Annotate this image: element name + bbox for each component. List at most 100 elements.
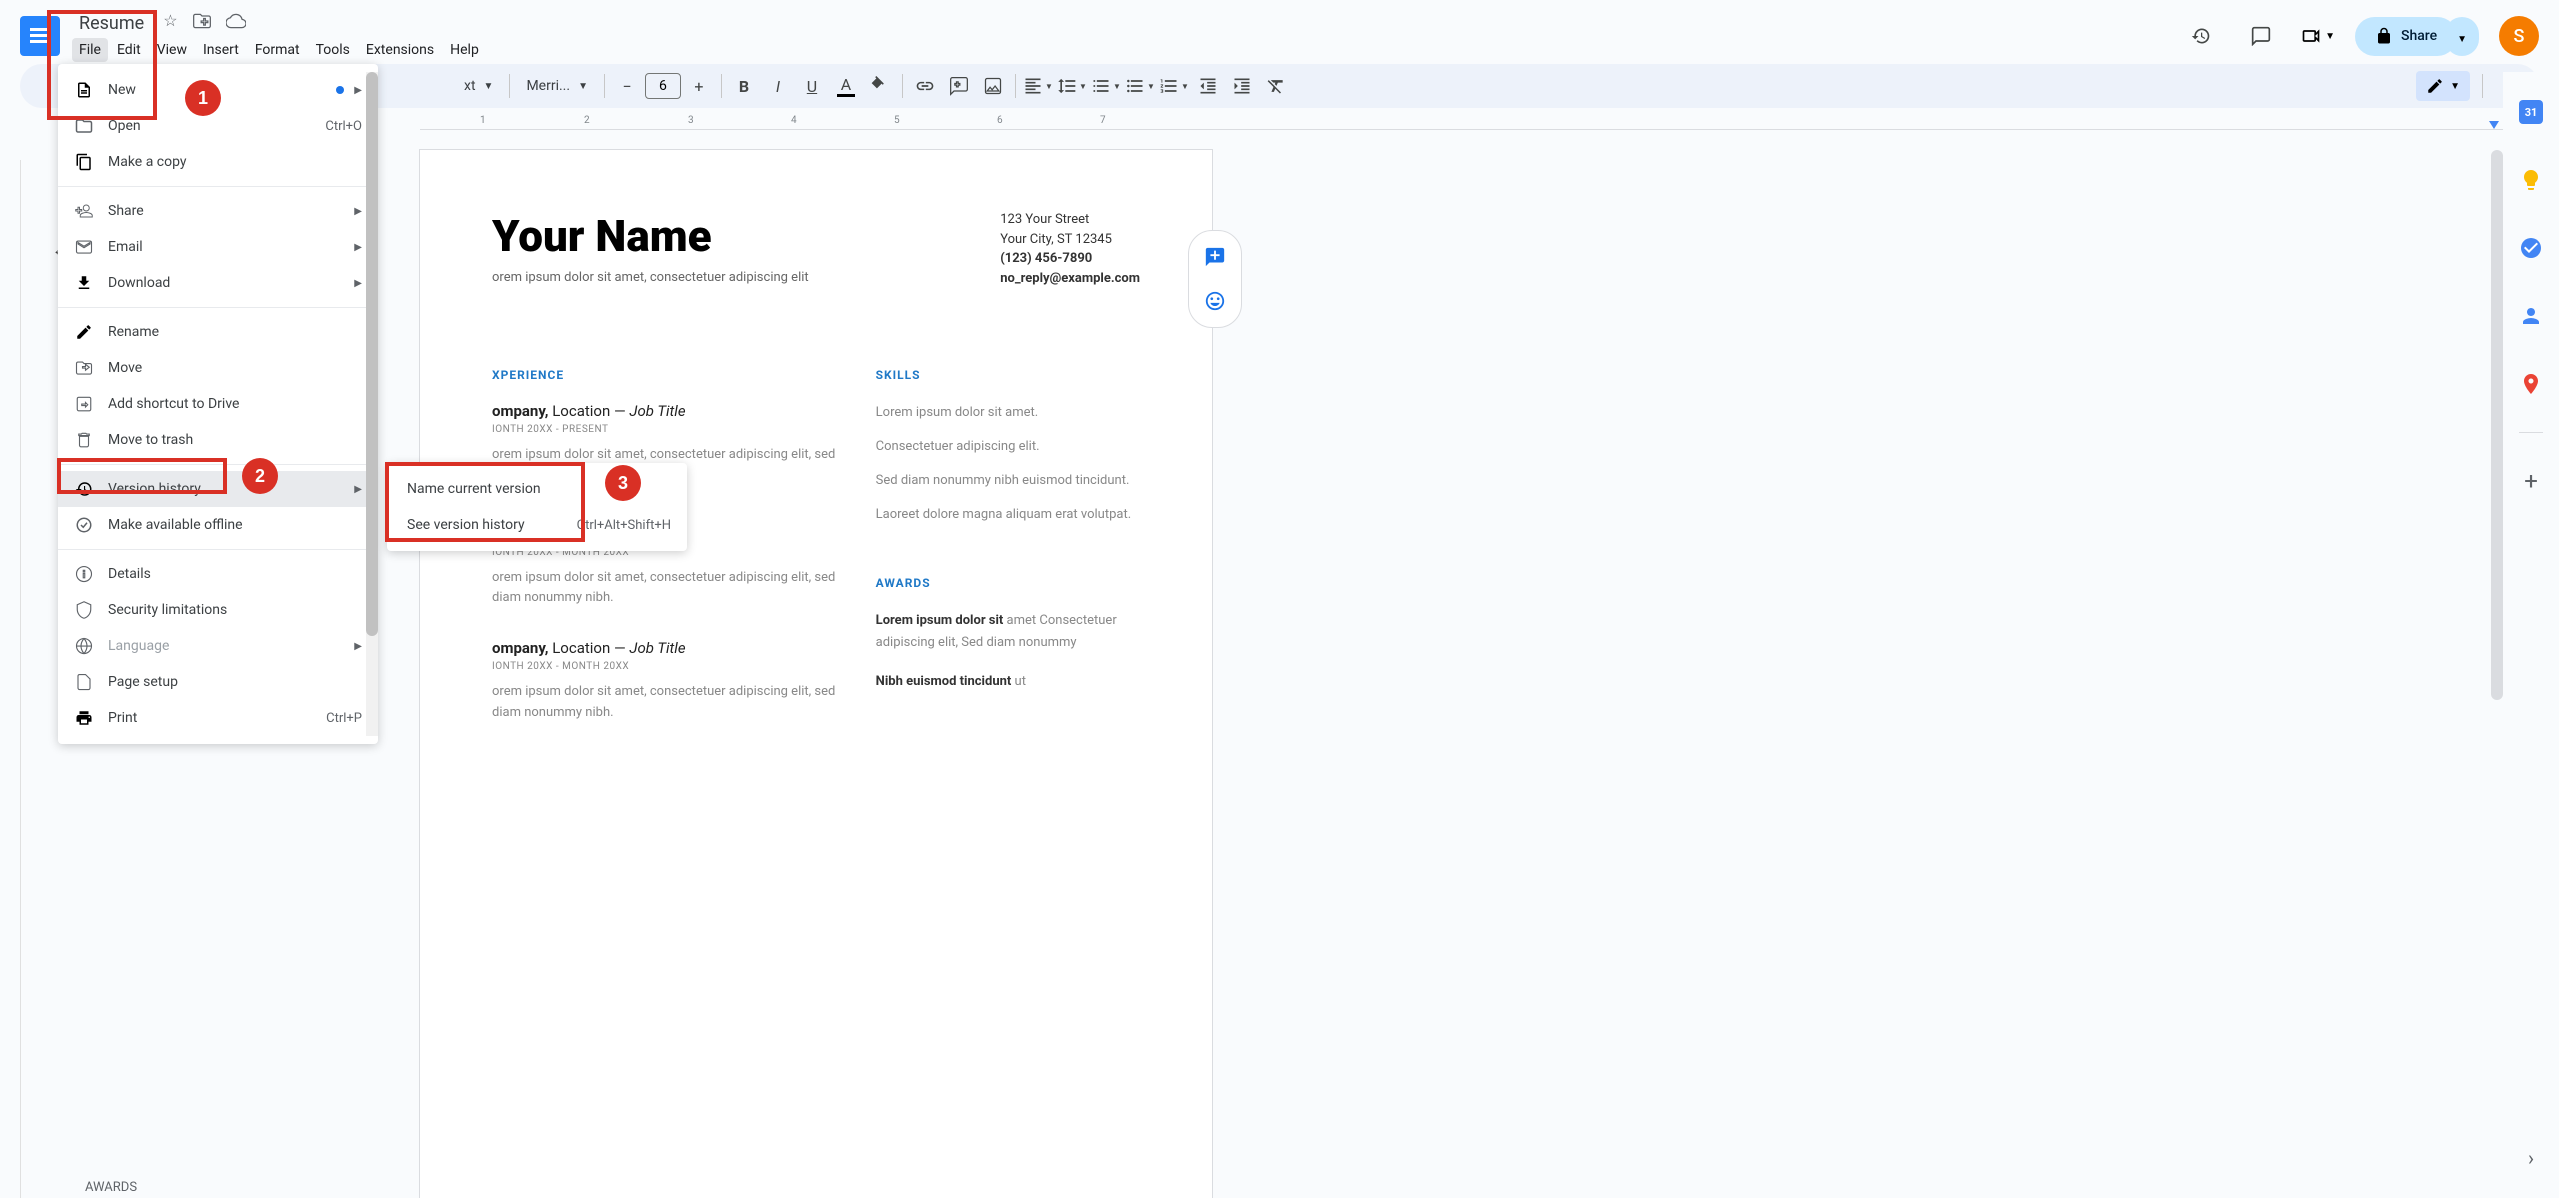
menu-help[interactable]: Help — [443, 38, 486, 62]
award-item[interactable]: Lorem ipsum dolor sit amet Consectetuer … — [876, 610, 1140, 654]
font-size-input[interactable] — [645, 73, 681, 99]
menu-tools[interactable]: Tools — [309, 38, 357, 62]
menu-item-details[interactable]: Details — [58, 556, 378, 592]
underline-button[interactable]: U — [796, 70, 828, 102]
menu-item-page-setup[interactable]: Page setup — [58, 664, 378, 700]
share-dropdown-button[interactable]: ▼ — [2445, 17, 2479, 56]
menu-item-make-copy[interactable]: Make a copy — [58, 144, 378, 180]
job-title[interactable]: ompany, Location — Job Title — [492, 639, 836, 657]
move-folder-icon[interactable] — [192, 11, 212, 35]
increase-indent-button[interactable] — [1226, 70, 1258, 102]
bulleted-list-button[interactable]: ▼ — [1124, 70, 1156, 102]
insert-comment-button[interactable] — [943, 70, 975, 102]
menu-format[interactable]: Format — [248, 38, 307, 62]
history-icon[interactable] — [2181, 16, 2221, 56]
menu-item-email[interactable]: Email ▶ — [58, 229, 378, 265]
hide-sidepanel-button[interactable]: › — [2511, 1138, 2551, 1178]
menu-item-security[interactable]: Security limitations — [58, 592, 378, 628]
scrollbar-track[interactable] — [2491, 150, 2503, 1198]
awards-heading[interactable]: AWARDS — [876, 576, 1140, 590]
menu-item-move[interactable]: Move — [58, 350, 378, 386]
document-page[interactable]: Your Name orem ipsum dolor sit amet, con… — [420, 150, 1212, 1198]
skills-heading[interactable]: SKILLS — [876, 368, 1140, 382]
star-icon[interactable]: ☆ — [163, 11, 177, 35]
insert-link-button[interactable] — [909, 70, 941, 102]
menu-edit[interactable]: Edit — [110, 38, 148, 62]
skill-item[interactable]: Laoreet dolore magna aliquam erat volutp… — [876, 504, 1140, 526]
insert-image-button[interactable] — [977, 70, 1009, 102]
menu-extensions[interactable]: Extensions — [359, 38, 441, 62]
horizontal-ruler[interactable]: 1 2 3 4 5 6 7 — [420, 114, 2519, 130]
document-scroll-area[interactable]: Your Name orem ipsum dolor sit amet, con… — [40, 130, 2559, 1198]
account-avatar[interactable]: S — [2499, 16, 2539, 56]
bold-button[interactable]: B — [728, 70, 760, 102]
clear-formatting-button[interactable] — [1260, 70, 1292, 102]
text-color-button[interactable]: A — [830, 70, 862, 102]
paragraph-style-select[interactable]: xt ▼ — [454, 78, 503, 94]
align-button[interactable]: ▼ — [1022, 70, 1054, 102]
resume-name[interactable]: Your Name — [492, 210, 809, 262]
italic-button[interactable]: I — [762, 70, 794, 102]
checklist-button[interactable]: ▼ — [1090, 70, 1122, 102]
meet-button[interactable]: ▼ — [2301, 26, 2335, 46]
get-addons-button[interactable]: + — [2511, 461, 2551, 501]
menu-item-share[interactable]: Share ▶ — [58, 193, 378, 229]
scrollbar-thumb[interactable] — [2491, 150, 2503, 700]
menu-view[interactable]: View — [150, 38, 194, 62]
menu-item-add-shortcut[interactable]: Add shortcut to Drive — [58, 386, 378, 422]
decrease-font-size-button[interactable]: − — [611, 70, 643, 102]
award-item[interactable]: Nibh euismod tincidunt ut — [876, 671, 1140, 693]
calendar-addon-icon[interactable]: 31 — [2511, 92, 2551, 132]
document-title[interactable]: Resume — [72, 11, 151, 36]
menu-item-print[interactable]: Print Ctrl+P — [58, 700, 378, 736]
tasks-addon-icon[interactable] — [2511, 228, 2551, 268]
submenu-arrow-icon: ▶ — [354, 242, 362, 253]
job-dates[interactable]: IONTH 20XX - PRESENT — [492, 424, 836, 435]
contacts-addon-icon[interactable] — [2511, 296, 2551, 336]
job-dates[interactable]: IONTH 20XX - MONTH 20XX — [492, 661, 836, 672]
suggest-emoji-fab[interactable] — [1197, 283, 1233, 319]
menu-item-language[interactable]: Language ▶ — [58, 628, 378, 664]
submenu-see-history[interactable]: See version history Ctrl+Alt+Shift+H — [387, 507, 687, 543]
cloud-status-icon[interactable] — [226, 11, 246, 35]
resume-contact[interactable]: 123 Your Street Your City, ST 12345 (123… — [1000, 210, 1140, 288]
skill-item[interactable]: Lorem ipsum dolor sit amet. — [876, 402, 1140, 424]
globe-icon — [74, 636, 94, 656]
editing-mode-button[interactable]: ▼ — [2416, 71, 2470, 101]
numbered-list-button[interactable]: ▼ — [1158, 70, 1190, 102]
skill-item[interactable]: Sed diam nonummy nibh euismod tincidunt. — [876, 470, 1140, 492]
menu-file[interactable]: File — [72, 38, 108, 62]
ruler-tab-marker-icon[interactable] — [2489, 121, 2499, 129]
menu-item-trash[interactable]: Move to trash — [58, 422, 378, 458]
docs-logo-icon[interactable] — [20, 16, 60, 56]
menu-item-offline[interactable]: Make available offline — [58, 507, 378, 543]
menu-item-rename[interactable]: Rename — [58, 314, 378, 350]
decrease-indent-button[interactable] — [1192, 70, 1224, 102]
job-desc[interactable]: orem ipsum dolor sit amet, consectetuer … — [492, 568, 836, 610]
menu-scrollbar[interactable] — [366, 72, 378, 736]
maps-addon-icon[interactable] — [2511, 364, 2551, 404]
line-spacing-button[interactable]: ▼ — [1056, 70, 1088, 102]
resume-tagline[interactable]: orem ipsum dolor sit amet, consectetuer … — [492, 270, 809, 285]
add-comment-fab[interactable] — [1197, 239, 1233, 275]
submenu-name-version[interactable]: Name current version — [387, 471, 687, 507]
experience-heading[interactable]: XPERIENCE — [492, 368, 836, 382]
increase-font-size-button[interactable]: + — [683, 70, 715, 102]
share-button[interactable]: Share — [2355, 17, 2457, 56]
skill-item[interactable]: Consectetuer adipiscing elit. — [876, 436, 1140, 458]
person-add-icon — [74, 201, 94, 221]
menu-insert[interactable]: Insert — [196, 38, 246, 62]
job-title[interactable]: ompany, Location — Job Title — [492, 402, 836, 420]
highlight-button[interactable] — [864, 70, 896, 102]
menu-item-download[interactable]: Download ▶ — [58, 265, 378, 301]
font-select[interactable]: Merri... ▼ — [516, 78, 598, 94]
vertical-ruler[interactable] — [0, 130, 40, 1198]
menu-item-open[interactable]: Open Ctrl+O — [58, 108, 378, 144]
menu-item-version-history[interactable]: Version history ▶ — [58, 471, 378, 507]
shield-icon — [74, 600, 94, 620]
keep-addon-icon[interactable] — [2511, 160, 2551, 200]
version-history-submenu: Name current version See version history… — [387, 463, 687, 551]
job-desc[interactable]: orem ipsum dolor sit amet, consectetuer … — [492, 682, 836, 724]
comments-icon[interactable] — [2241, 16, 2281, 56]
copy-icon — [74, 152, 94, 172]
